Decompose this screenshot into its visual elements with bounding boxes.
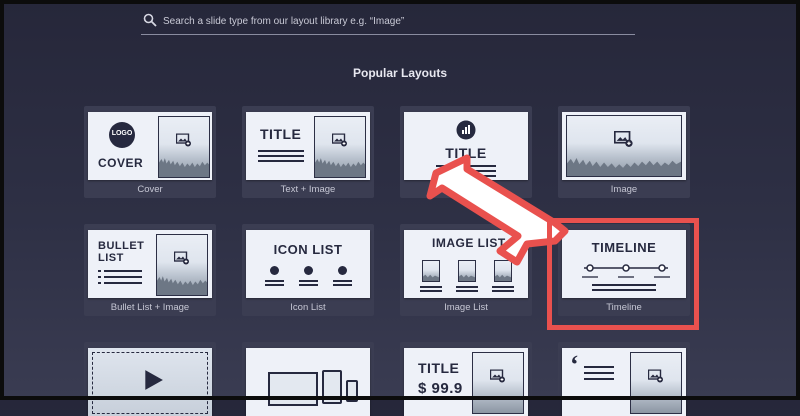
play-icon xyxy=(145,370,163,390)
layout-thumbnail: TITLE $ 99.9 xyxy=(404,348,528,416)
text-line xyxy=(584,378,614,380)
image-placeholder-icon xyxy=(332,133,347,147)
text-line xyxy=(420,286,442,288)
image-placeholder-icon xyxy=(490,369,505,383)
list-icon xyxy=(338,266,347,275)
text-line xyxy=(265,280,284,282)
search-icon xyxy=(143,13,157,27)
text-line xyxy=(258,160,304,162)
text-line xyxy=(456,290,478,292)
logo-text: LOGO xyxy=(111,130,133,137)
laptop-frame xyxy=(268,372,318,406)
layout-search[interactable] xyxy=(141,8,635,35)
layout-label: Image List xyxy=(444,302,488,313)
thumb-title: BULLET LIST xyxy=(98,240,145,264)
screenshot-border xyxy=(0,0,800,400)
layout-thumbnail: BULLET LIST xyxy=(88,230,212,298)
text-line xyxy=(258,155,304,157)
timeline-highlight-box xyxy=(547,218,699,330)
phone-frame xyxy=(346,380,358,402)
bullet-line xyxy=(98,276,101,278)
layout-card-image[interactable]: Image xyxy=(558,106,690,198)
layout-card-icon-list[interactable]: ICON LIST Icon List xyxy=(242,224,374,316)
layout-label: Bullet List + Image xyxy=(110,302,190,313)
layout-card-video[interactable] xyxy=(84,342,216,416)
layout-label: Icon + Text xyxy=(442,184,490,195)
pointer-arrow-icon xyxy=(426,154,569,266)
layout-card-cover[interactable]: LOGO COVER Cover xyxy=(84,106,216,198)
layout-thumbnail: TITLE xyxy=(404,112,528,180)
text-line xyxy=(584,372,614,374)
layout-card-bullet-list-image[interactable]: BULLET LIST Bullet List + Image xyxy=(84,224,216,316)
thumb-title: TITLE xyxy=(260,126,302,142)
text-line xyxy=(420,290,442,292)
image-placeholder-icon xyxy=(648,369,663,383)
layout-label: Cover xyxy=(137,184,163,195)
text-line xyxy=(104,282,142,284)
layout-thumbnail xyxy=(88,348,212,416)
text-line xyxy=(104,276,142,278)
image-placeholder-icon xyxy=(174,251,189,265)
thumb-photo xyxy=(314,116,366,178)
thumb-title: TITLE xyxy=(418,360,460,376)
text-line xyxy=(492,290,514,292)
thumb-photo xyxy=(156,234,208,296)
layout-card-text-image[interactable]: TITLE Text + Image xyxy=(242,106,374,198)
bullet-line xyxy=(98,270,101,272)
image-placeholder-icon xyxy=(176,133,191,147)
text-line xyxy=(492,286,514,288)
thumb-photo xyxy=(458,260,476,282)
quote-mark: ‘ xyxy=(570,350,580,379)
text-line xyxy=(104,270,142,272)
thumb-title: COVER xyxy=(98,156,144,170)
text-line xyxy=(265,284,284,286)
text-line xyxy=(436,175,496,177)
layout-card-image-list[interactable]: IMAGE LIST Image List xyxy=(400,224,532,316)
thumb-photo xyxy=(630,352,682,414)
thumb-title: TITLE xyxy=(445,145,487,161)
layout-thumbnail xyxy=(246,348,370,416)
text-line xyxy=(258,150,304,152)
layout-label: Text + Image xyxy=(280,184,336,195)
layout-label: Icon List xyxy=(290,302,326,313)
text-line xyxy=(436,170,496,172)
layout-thumbnail: TITLE xyxy=(246,112,370,180)
thumb-photo xyxy=(566,115,682,177)
text-line xyxy=(436,165,496,167)
search-input[interactable] xyxy=(161,11,625,31)
layout-thumbnail: ‘ xyxy=(562,348,686,416)
text-line xyxy=(299,284,318,286)
bullet-line xyxy=(98,282,101,284)
image-placeholder-icon xyxy=(614,130,633,147)
section-title: Popular Layouts xyxy=(352,66,447,80)
layout-card-price[interactable]: TITLE $ 99.9 xyxy=(400,342,532,416)
layout-card-devices[interactable] xyxy=(242,342,374,416)
layout-card-quote[interactable]: ‘ xyxy=(558,342,690,416)
thumb-price: $ 99.9 xyxy=(418,380,463,397)
layout-thumbnail xyxy=(562,112,686,180)
layout-thumbnail: IMAGE LIST xyxy=(404,230,528,298)
layout-card-icon-text[interactable]: TITLE Icon + Text xyxy=(400,106,532,198)
thumb-title: IMAGE LIST xyxy=(432,236,506,250)
list-icon xyxy=(304,266,313,275)
text-line xyxy=(456,286,478,288)
chart-icon xyxy=(456,120,476,140)
thumb-photo xyxy=(422,260,440,282)
text-line xyxy=(584,366,614,368)
list-icon xyxy=(270,266,279,275)
logo-circle: LOGO xyxy=(109,122,135,148)
layout-thumbnail: ICON LIST xyxy=(246,230,370,298)
text-line xyxy=(299,280,318,282)
thumb-photo xyxy=(494,260,512,282)
thumb-photo xyxy=(158,116,210,178)
text-line xyxy=(333,280,352,282)
text-line xyxy=(333,284,352,286)
layout-label: Image xyxy=(610,184,638,195)
thumb-title: ICON LIST xyxy=(273,242,343,257)
tablet-frame xyxy=(322,370,342,404)
thumb-photo xyxy=(472,352,524,414)
layout-thumbnail: LOGO COVER xyxy=(88,112,212,180)
